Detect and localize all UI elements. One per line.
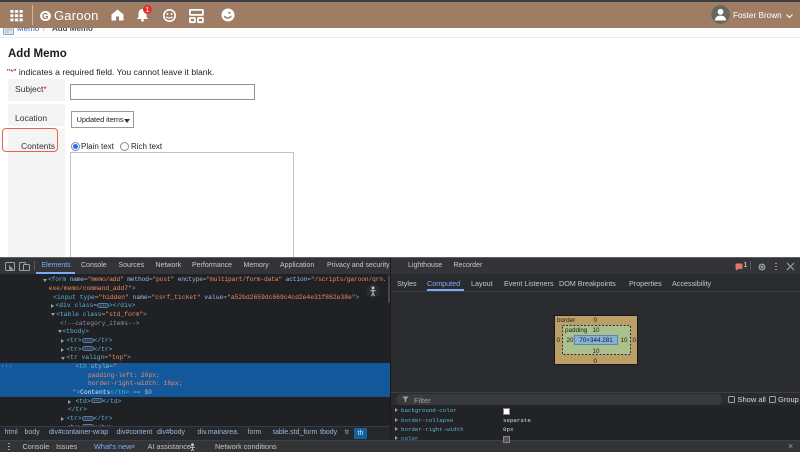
svg-text:1: 1 [145,7,149,14]
